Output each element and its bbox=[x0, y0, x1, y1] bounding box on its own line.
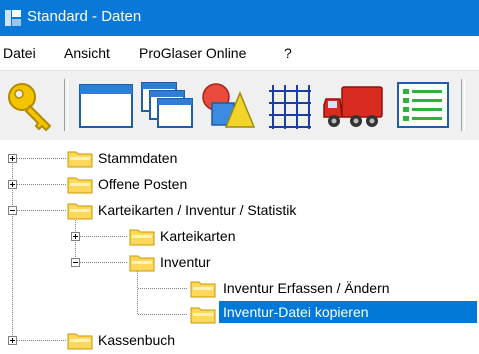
key-icon bbox=[8, 83, 52, 132]
tree-node-inventur[interactable]: Inventur bbox=[160, 253, 211, 271]
window-title: Standard - Daten bbox=[27, 8, 142, 25]
tree-node-label-selected: Inventur-Datei kopieren bbox=[223, 304, 369, 320]
menu-help[interactable]: ? bbox=[284, 45, 292, 61]
shapes-icon bbox=[202, 83, 256, 128]
list-icon bbox=[397, 82, 449, 128]
shapes-button[interactable] bbox=[200, 79, 256, 131]
tree-node-stammdaten[interactable]: Stammdaten bbox=[98, 149, 177, 167]
key-button[interactable] bbox=[4, 79, 58, 132]
tree-node-karteikarten[interactable]: Karteikarten bbox=[160, 227, 235, 245]
toolbar bbox=[0, 71, 479, 141]
list-button[interactable] bbox=[396, 79, 450, 131]
menu-proglaser-online[interactable]: ProGlaser Online bbox=[139, 45, 246, 61]
menu-datei[interactable]: Datei bbox=[3, 45, 36, 61]
window-icon bbox=[79, 84, 133, 128]
toolbar-separator bbox=[461, 79, 465, 131]
truck-icon bbox=[323, 86, 383, 127]
tree-node-offene-posten[interactable]: Offene Posten bbox=[98, 175, 187, 193]
menu-ansicht[interactable]: Ansicht bbox=[64, 45, 110, 61]
tree-node-karteikarten-inventur-statistik[interactable]: Karteikarten / Inventur / Statistik bbox=[98, 201, 296, 219]
tree-node-inventur-erfassen[interactable]: Inventur Erfassen / Ändern bbox=[223, 279, 390, 297]
truck-button[interactable] bbox=[322, 79, 384, 131]
title-bar: Standard - Daten bbox=[0, 0, 479, 36]
grid-icon bbox=[269, 85, 311, 129]
tree-node-kassenbuch[interactable]: Kassenbuch bbox=[98, 331, 175, 349]
cascade-button[interactable] bbox=[140, 79, 194, 131]
app-icon bbox=[5, 10, 21, 26]
tree-node-inventur-datei-kopieren[interactable]: Inventur-Datei kopieren bbox=[219, 301, 477, 323]
toolbar-separator bbox=[64, 79, 68, 131]
grid-button[interactable] bbox=[265, 79, 315, 131]
menu-bar: Datei Ansicht ProGlaser Online ? bbox=[0, 36, 479, 70]
window-button[interactable] bbox=[78, 79, 134, 131]
cascade-windows-icon bbox=[141, 82, 193, 128]
tree-view: Stammdaten Offene Posten Karteikarten / … bbox=[0, 140, 479, 354]
